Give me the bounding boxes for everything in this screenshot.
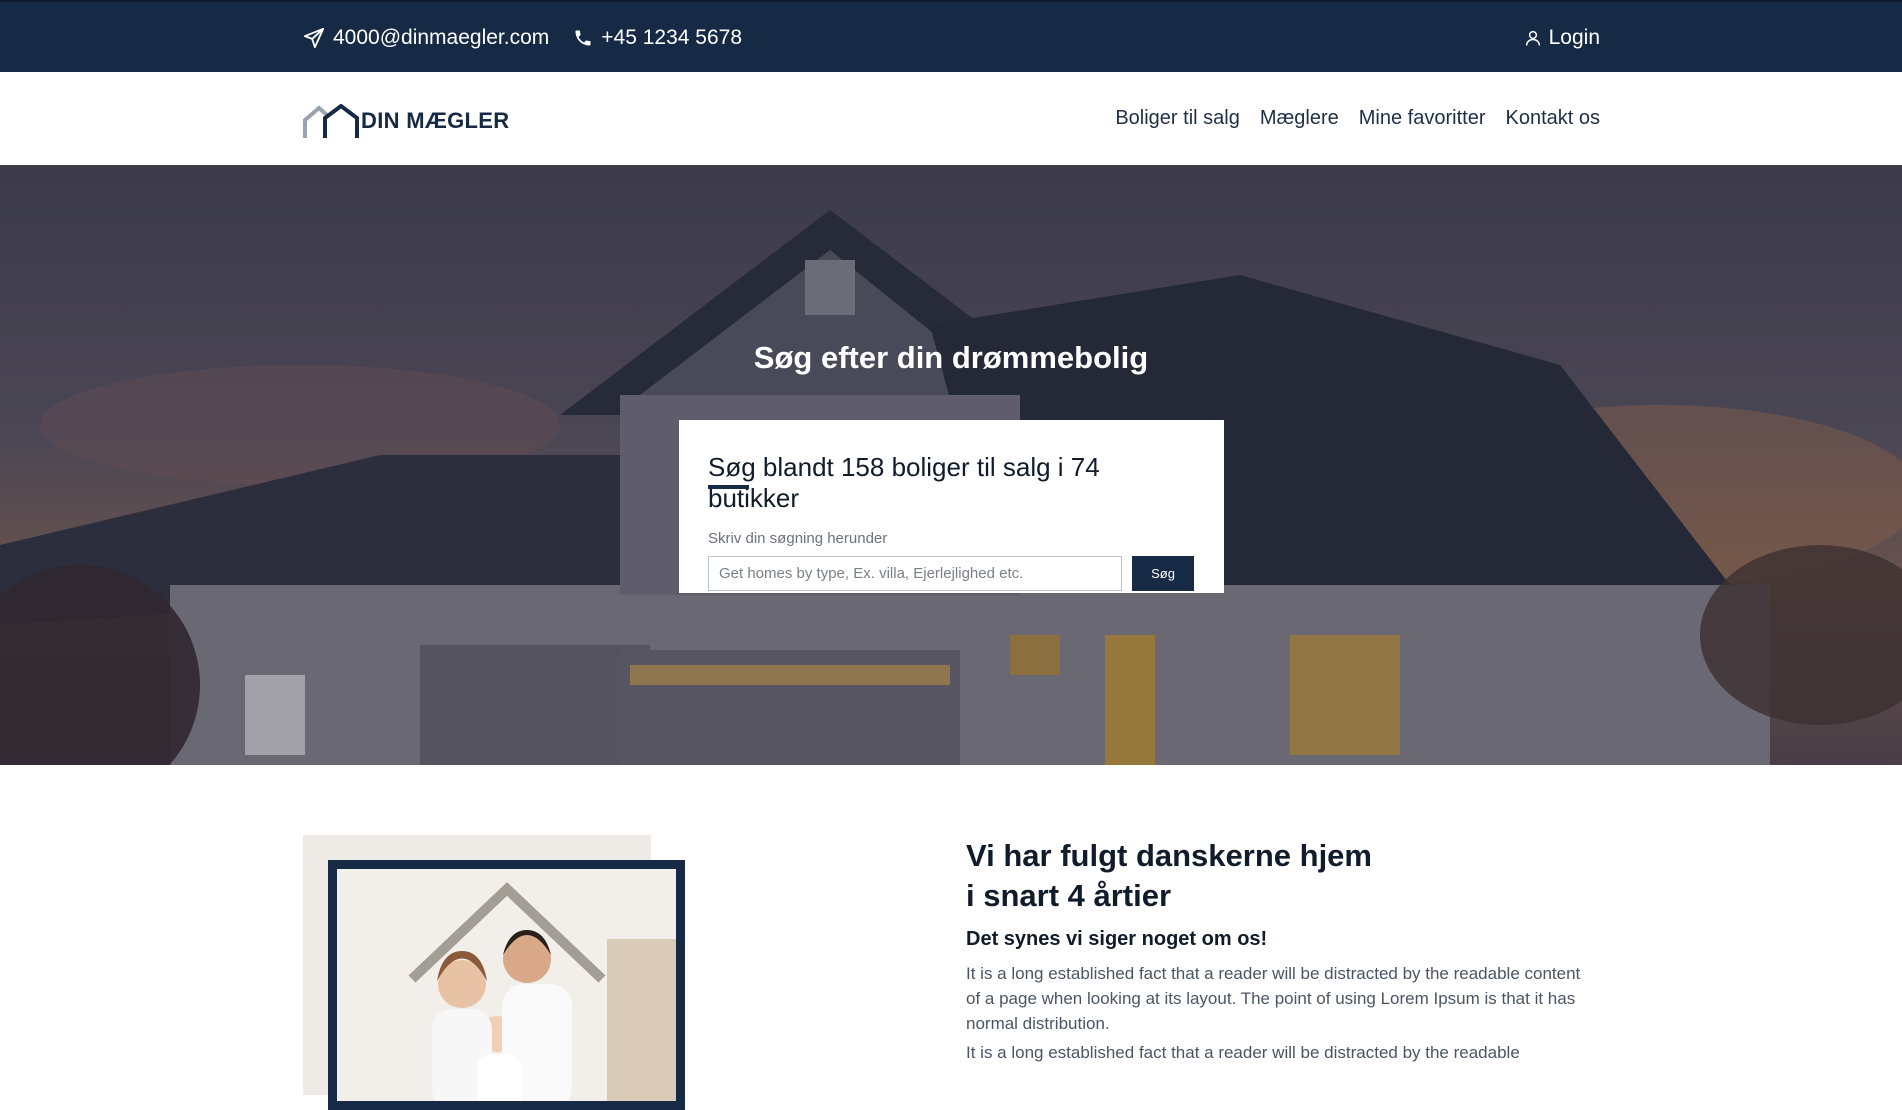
nav-item-kontakt-os[interactable]: Kontakt os xyxy=(1505,107,1600,130)
house-logo-icon xyxy=(303,104,359,138)
family-photo-wrapper xyxy=(303,835,685,1110)
logo[interactable]: DIN MÆGLER xyxy=(303,90,509,140)
nav-menu: Boliger til salg Mæglere Mine favoritter… xyxy=(1095,72,1600,165)
email-text: 4000@dinmaegler.com xyxy=(333,26,550,49)
phone-text: +45 1234 5678 xyxy=(601,26,743,49)
email-link[interactable]: 4000@dinmaegler.com xyxy=(303,26,549,50)
search-heading: Søg blandt 158 boliger til salg i 74 but… xyxy=(708,452,1195,514)
main-navigation: DIN MÆGLER Boliger til salg Mæglere Mine… xyxy=(0,72,1902,165)
about-title-line2: i snart 4 årtier xyxy=(966,878,1172,913)
nav-item-boliger-til-salg[interactable]: Boliger til salg xyxy=(1115,107,1240,130)
phone-icon xyxy=(575,30,591,46)
search-form: Søg xyxy=(708,556,1195,591)
search-heading-highlight: Søg xyxy=(708,452,756,489)
about-text: Vi har fulgt danskerne hjem i snart 4 år… xyxy=(966,836,1596,1065)
nav-item-maeglere[interactable]: Mæglere xyxy=(1260,107,1339,130)
about-title-line1: Vi har fulgt danskerne hjem xyxy=(966,838,1372,873)
search-heading-text: blandt 158 boliger til salg i 74 butikke… xyxy=(708,452,1100,513)
login-button[interactable]: Login xyxy=(1524,2,1600,74)
contact-info: 4000@dinmaegler.com +45 1234 5678 xyxy=(303,2,766,74)
logo-text: DIN MÆGLER xyxy=(361,108,510,133)
search-card: Søg blandt 158 boliger til salg i 74 but… xyxy=(679,420,1224,593)
about-subtitle: Det synes vi siger noget om os! xyxy=(966,928,1268,950)
phone-link[interactable]: +45 1234 5678 xyxy=(573,26,742,50)
search-input[interactable] xyxy=(708,556,1122,591)
about-title: Vi har fulgt danskerne hjem i snart 4 år… xyxy=(966,836,1596,916)
nav-item-mine-favoritter[interactable]: Mine favoritter xyxy=(1359,107,1486,130)
about-paragraph-2: It is a long established fact that a rea… xyxy=(966,1043,1520,1062)
about-paragraph-1: It is a long established fact that a rea… xyxy=(966,964,1581,1033)
about-section: Vi har fulgt danskerne hjem i snart 4 år… xyxy=(0,765,1902,1110)
user-icon xyxy=(1525,30,1540,46)
family-house-illustration xyxy=(337,869,676,1101)
paper-plane-icon xyxy=(303,27,325,49)
hero-title: Søg efter din drømmebolig xyxy=(753,340,1149,375)
search-instruction: Skriv din søgning herunder xyxy=(708,530,888,547)
hero-section: Søg efter din drømmebolig Søg blandt 158… xyxy=(0,165,1902,765)
family-photo xyxy=(328,860,685,1110)
login-label: Login xyxy=(1548,26,1600,49)
search-button[interactable]: Søg xyxy=(1132,556,1194,591)
top-contact-bar: 4000@dinmaegler.com +45 1234 5678 Login xyxy=(0,0,1902,72)
